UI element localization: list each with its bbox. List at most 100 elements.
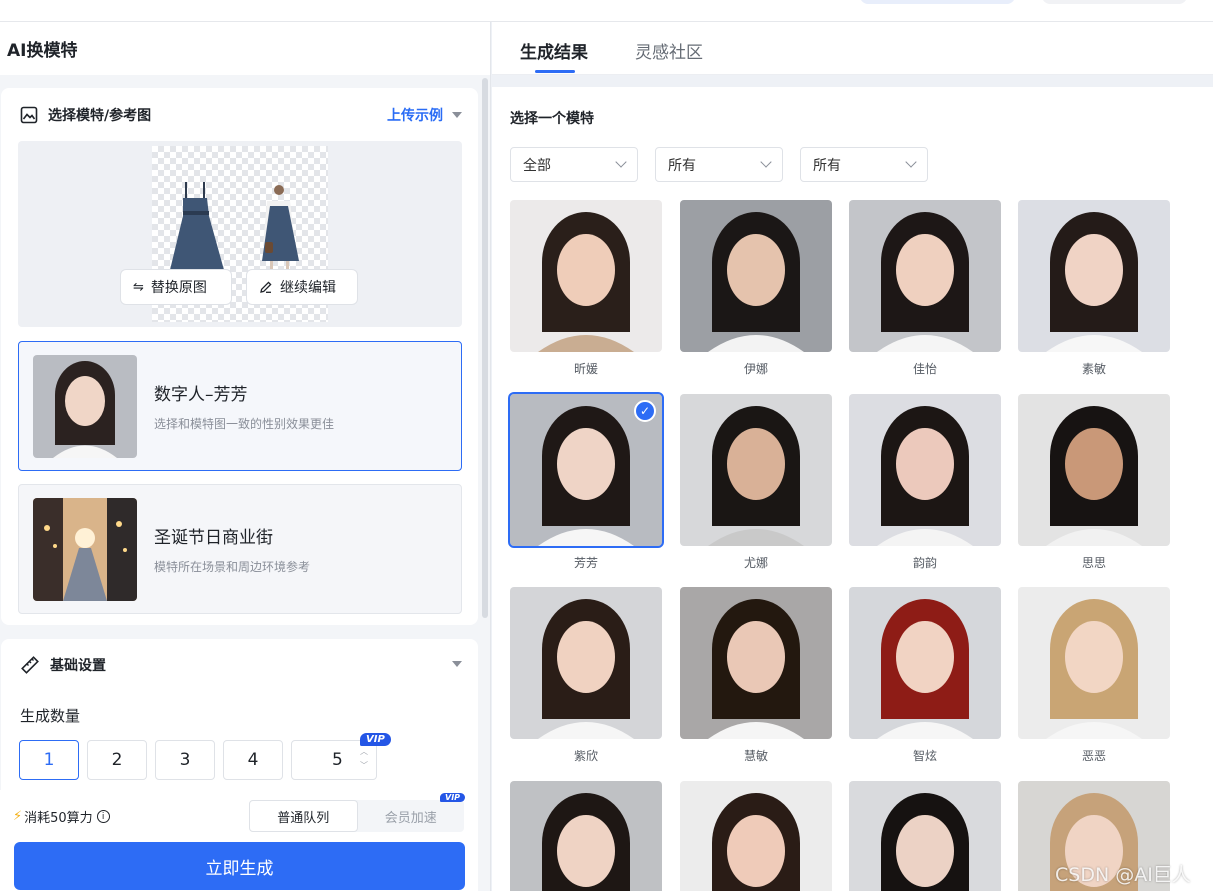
model-card[interactable] [680, 587, 832, 739]
model-card[interactable] [1018, 587, 1170, 739]
vip-badge: VIP [440, 793, 466, 802]
model-card[interactable] [680, 781, 832, 891]
garment-preview: ⇋ 替换原图 继续编辑 [18, 141, 462, 327]
model-portrait [849, 200, 1001, 352]
model-name: 芳芳 [573, 556, 598, 570]
left-panel: AI换模特 选择模特/参考图 上传示例 ⇋ 替换原图 继续编辑 数字人–芳芳 选… [0, 22, 491, 891]
caret-down-icon [452, 112, 462, 118]
model-card[interactable] [1018, 394, 1170, 546]
selected-model-item[interactable]: 数字人–芳芳 选择和模特图一致的性别效果更佳 [18, 341, 462, 471]
model-card[interactable]: ✓ [508, 392, 664, 548]
top-bar [0, 0, 1213, 22]
reference-card: 选择模特/参考图 上传示例 ⇋ 替换原图 继续编辑 数字人–芳芳 选择和模特图一… [1, 88, 478, 625]
model-name: 智炫 [912, 749, 937, 763]
edit-icon [260, 281, 272, 293]
model-card[interactable] [849, 587, 1001, 739]
count-stepper[interactable]: ︿ ﹀ [353, 745, 375, 775]
filter-value: 全部 [523, 157, 551, 174]
page-title: AI换模特 [0, 22, 490, 75]
model-card[interactable] [1018, 200, 1170, 352]
count-option-3[interactable]: 3 [155, 740, 215, 780]
chevron-down-icon [905, 156, 917, 168]
model-card[interactable] [849, 394, 1001, 546]
image-icon [20, 106, 38, 124]
generate-footer: ⚡ 消耗50算力 i 普通队列 会员加速 VIP 立即生成 [0, 790, 478, 891]
filter-dropdown-1[interactable]: 全部 [510, 147, 638, 182]
normal-queue-option[interactable]: 普通队列 [249, 800, 358, 832]
scene-item-name: 圣诞节日商业街 [154, 528, 273, 548]
filter-dropdown-3[interactable]: 所有 [800, 147, 928, 182]
chevron-down-icon [615, 156, 627, 168]
queue-toggle: 普通队列 会员加速 [249, 800, 464, 832]
generate-button[interactable]: 立即生成 [14, 842, 465, 890]
chevron-down-icon [760, 156, 772, 168]
continue-edit-label: 继续编辑 [280, 280, 336, 296]
cost-indicator: ⚡ 消耗50算力 i [13, 807, 110, 826]
model-card[interactable] [510, 200, 662, 352]
count-option-2[interactable]: 2 [87, 740, 147, 780]
chevron-up-icon[interactable]: ︿ [353, 745, 375, 759]
left-scrollbar[interactable] [482, 78, 488, 618]
chevron-down-icon[interactable]: ﹀ [353, 759, 375, 773]
scene-item[interactable]: 圣诞节日商业街 模特所在场景和周边环境参考 [18, 484, 462, 614]
swap-icon: ⇋ [133, 279, 144, 295]
replace-image-label: 替换原图 [150, 280, 207, 296]
model-name: 思思 [1081, 556, 1106, 570]
filter-value: 所有 [668, 157, 696, 174]
settings-collapse-toggle[interactable] [452, 661, 462, 667]
top-pill-button[interactable] [1042, 0, 1187, 4]
model-item-desc: 选择和模特图一致的性别效果更佳 [154, 417, 335, 431]
model-card[interactable] [849, 781, 1001, 891]
model-name: 紫欣 [573, 749, 598, 763]
filter-dropdown-2[interactable]: 所有 [655, 147, 783, 182]
model-portrait [510, 781, 662, 891]
info-icon[interactable]: i [96, 810, 110, 823]
vip-badge: VIP [360, 733, 391, 746]
model-card[interactable] [510, 781, 662, 891]
basic-settings-label: 基础设置 [50, 658, 106, 674]
model-name: 昕媛 [573, 362, 598, 376]
model-portrait [849, 587, 1001, 739]
count-label: 生成数量 [20, 707, 81, 725]
model-portrait [680, 781, 832, 891]
ruler-icon [21, 656, 39, 674]
model-name: 素敏 [1081, 362, 1106, 376]
select-model-title: 选择一个模特 [510, 111, 594, 127]
continue-edit-button[interactable]: 继续编辑 [246, 269, 358, 305]
tab-results[interactable]: 生成结果 [520, 38, 588, 63]
model-portrait [510, 587, 662, 739]
count-option-1[interactable]: 1 [19, 740, 79, 780]
check-icon: ✓ [634, 400, 656, 422]
scene-item-desc: 模特所在场景和周边环境参考 [154, 560, 311, 574]
model-portrait [680, 587, 832, 739]
basic-settings-title[interactable]: 基础设置 [20, 655, 106, 675]
model-portrait [680, 394, 832, 546]
result-tabs: 生成结果 灵感社区 [492, 22, 1213, 75]
model-portrait [849, 781, 1001, 891]
model-card[interactable] [510, 587, 662, 739]
model-name: 慧敏 [743, 749, 768, 763]
caret-down-icon [452, 661, 462, 667]
active-tab-indicator [535, 70, 575, 73]
scene-thumbnail [33, 498, 137, 601]
model-portrait [680, 200, 832, 352]
model-portrait [1018, 200, 1170, 352]
count-option-4[interactable]: 4 [223, 740, 283, 780]
model-card[interactable] [680, 200, 832, 352]
upload-example-link[interactable]: 上传示例 [387, 105, 462, 125]
replace-image-button[interactable]: ⇋ 替换原图 [120, 269, 232, 305]
filter-value: 所有 [813, 157, 841, 174]
reference-card-title-text: 选择模特/参考图 [48, 108, 152, 124]
watermark: CSDN @AI巨人 [1055, 864, 1191, 886]
section-divider [492, 75, 1213, 87]
model-card[interactable] [680, 394, 832, 546]
vip-queue-option[interactable]: 会员加速 [358, 800, 465, 832]
reference-card-title: 选择模特/参考图 [20, 105, 151, 125]
tab-inspiration[interactable]: 灵感社区 [635, 38, 703, 63]
model-name: 佳怡 [912, 362, 937, 376]
model-name: 尤娜 [743, 556, 768, 570]
lightning-icon: ⚡ [13, 809, 23, 824]
model-card[interactable] [849, 200, 1001, 352]
model-item-name: 数字人–芳芳 [154, 385, 248, 405]
top-pill-button[interactable] [860, 0, 1015, 4]
